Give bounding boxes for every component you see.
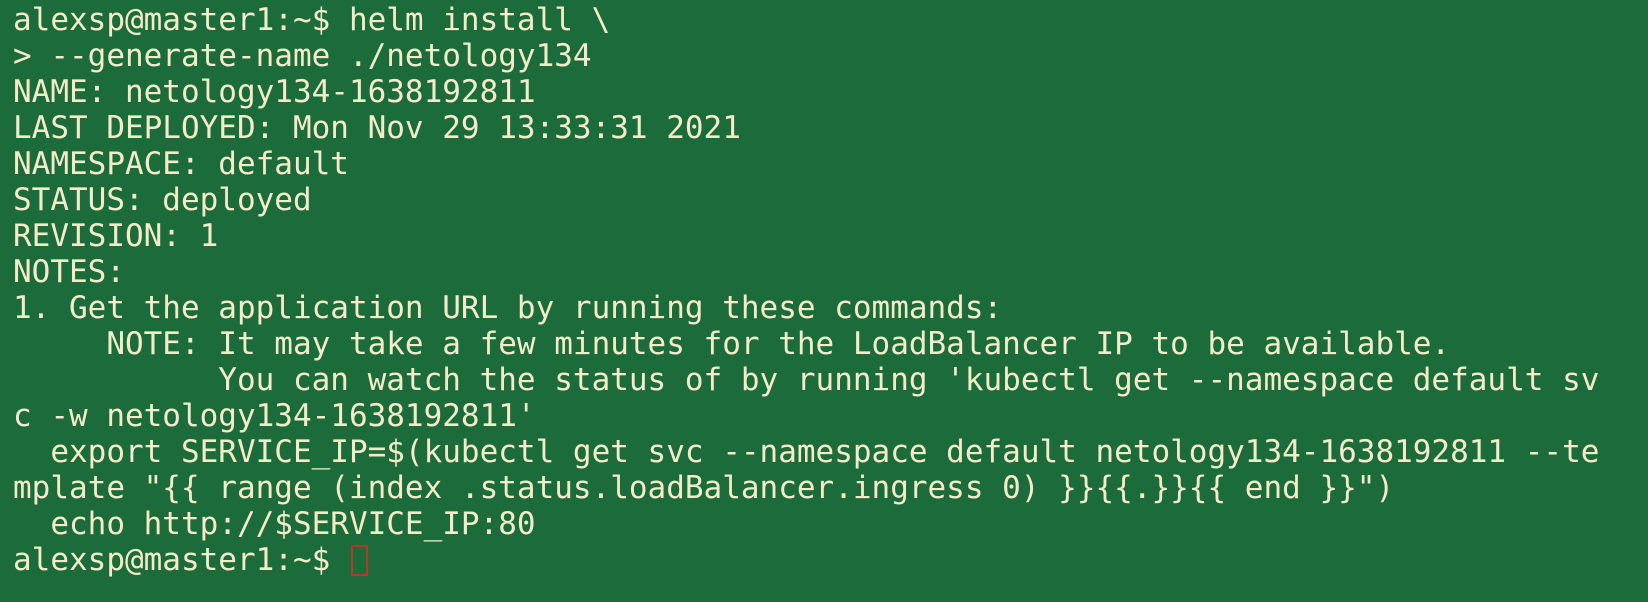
terminal-line: LAST DEPLOYED: Mon Nov 29 13:33:31 2021 xyxy=(13,110,741,146)
terminal-line: echo http://$SERVICE_IP:80 xyxy=(13,506,536,542)
terminal-line: You can watch the status of by running '… xyxy=(13,362,1600,398)
terminal-line: NOTES: xyxy=(13,254,125,290)
terminal-line: 1. Get the application URL by running th… xyxy=(13,290,1003,326)
shell-prompt: alexsp@master1:~$ xyxy=(13,542,349,578)
terminal-line: export SERVICE_IP=$(kubectl get svc --na… xyxy=(13,434,1600,470)
terminal-window[interactable]: alexsp@master1:~$ helm install \ > --gen… xyxy=(0,0,1648,602)
terminal-line: NOTE: It may take a few minutes for the … xyxy=(13,326,1451,362)
terminal-line: REVISION: 1 xyxy=(13,218,219,254)
terminal-line: alexsp@master1:~$ helm install \ xyxy=(13,2,611,38)
prompt-line[interactable]: alexsp@master1:~$ xyxy=(13,542,1643,578)
text-cursor[interactable] xyxy=(350,545,368,576)
terminal-output: alexsp@master1:~$ helm install \ > --gen… xyxy=(13,2,1643,578)
terminal-line: NAME: netology134-1638192811 xyxy=(13,74,536,110)
terminal-line: > --generate-name ./netology134 xyxy=(13,38,592,74)
terminal-line: mplate "{{ range (index .status.loadBala… xyxy=(13,470,1395,506)
terminal-line: STATUS: deployed xyxy=(13,182,312,218)
terminal-line: c -w netology134-1638192811' xyxy=(13,398,536,434)
terminal-line: NAMESPACE: default xyxy=(13,146,349,182)
